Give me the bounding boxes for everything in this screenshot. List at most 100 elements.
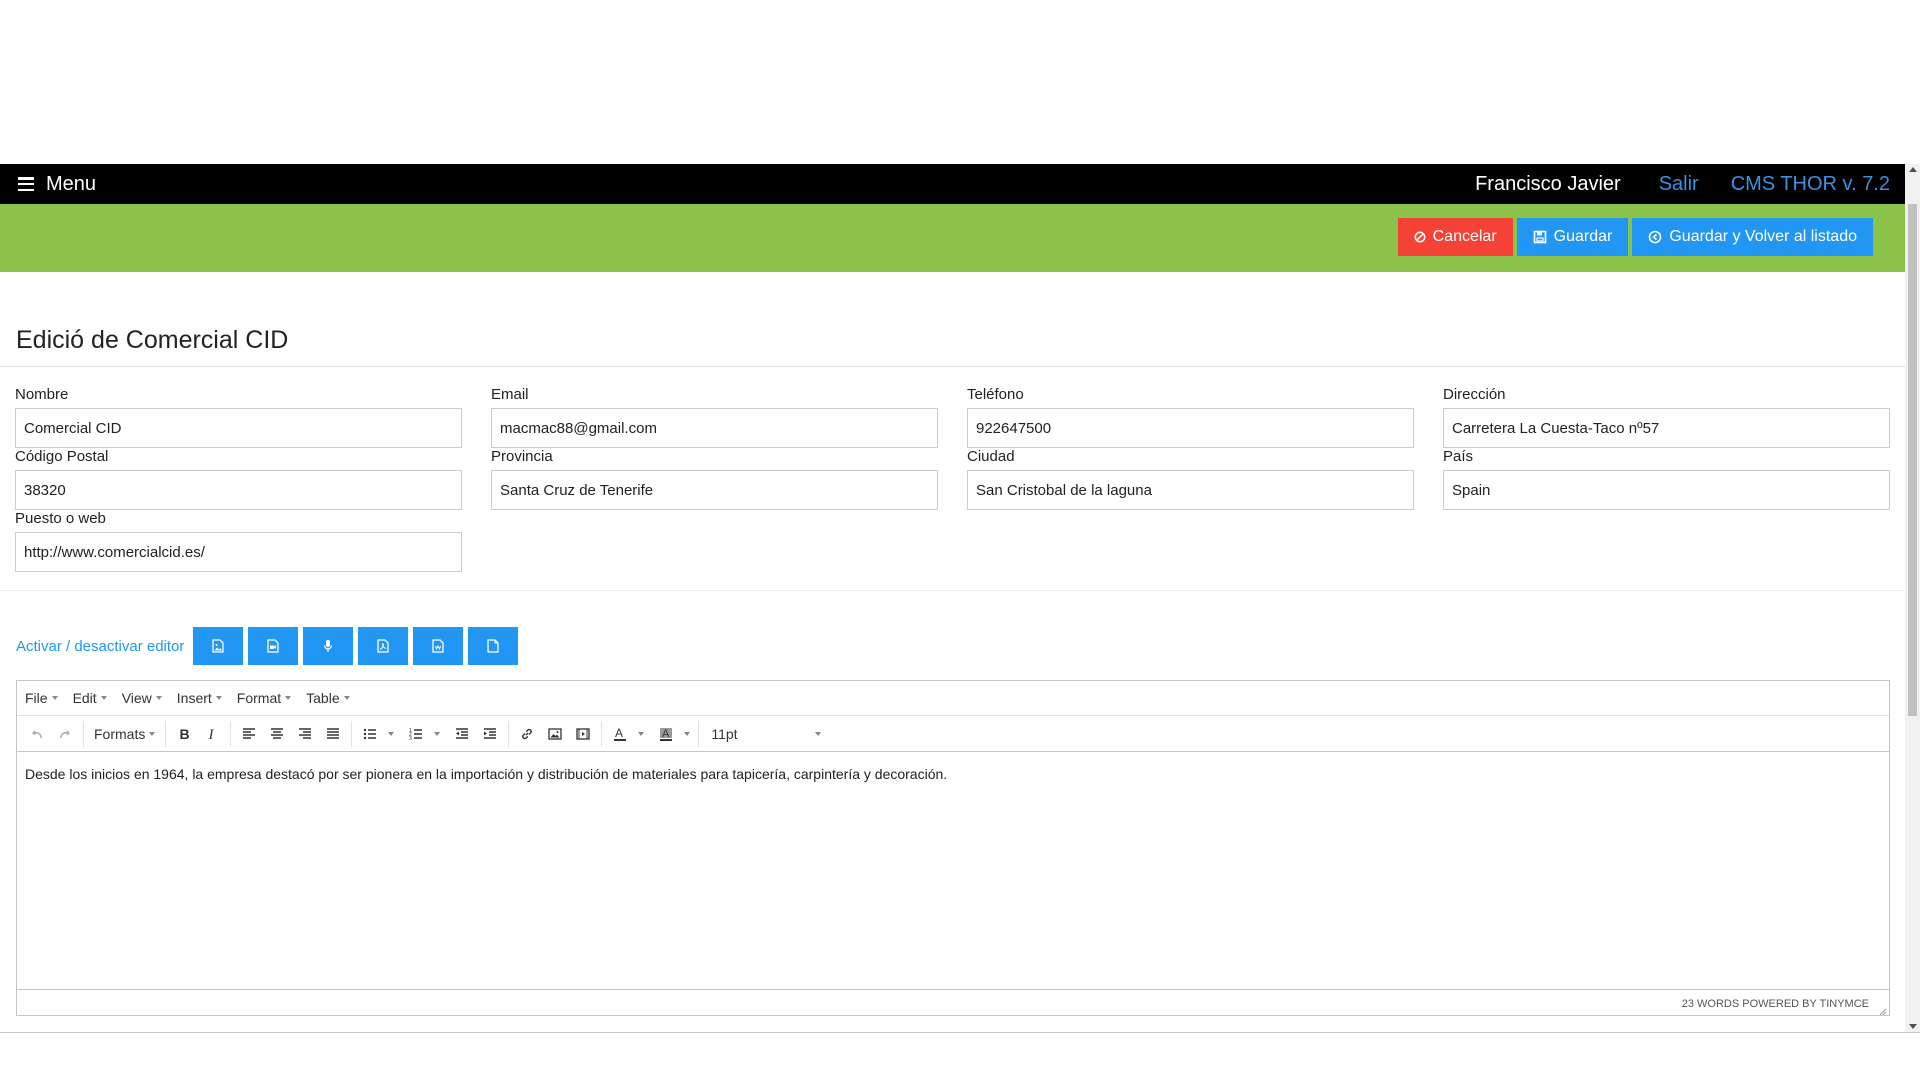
chevron-down-icon[interactable]: [684, 731, 691, 736]
menu-insert[interactable]: Insert: [177, 690, 222, 706]
text-color-icon: A: [614, 727, 627, 741]
insert-link-button[interactable]: [513, 720, 541, 748]
save-label: Guardar: [1553, 228, 1613, 245]
chevron-down-icon[interactable]: [434, 731, 441, 736]
nombre-input[interactable]: [15, 408, 462, 448]
insert-video-button[interactable]: [248, 627, 299, 665]
font-size-select[interactable]: 11pt: [703, 726, 829, 742]
pais-input[interactable]: [1443, 470, 1890, 510]
nombre-label: Nombre: [15, 386, 69, 403]
vertical-scrollbar[interactable]: [1905, 164, 1920, 1032]
align-center-button[interactable]: [263, 720, 291, 748]
divider: [0, 590, 1905, 591]
menu-edit[interactable]: Edit: [73, 690, 107, 706]
user-name: Francisco Javier: [1475, 172, 1621, 195]
ciudad-input[interactable]: [967, 470, 1414, 510]
telefono-label: Teléfono: [967, 386, 1024, 403]
menu-view[interactable]: View: [122, 690, 162, 706]
direccion-field-group: Dirección: [1443, 386, 1890, 448]
save-and-return-button[interactable]: Guardar y Volver al listado: [1632, 218, 1873, 256]
menu-format[interactable]: Format: [236, 690, 292, 706]
bullet-list-icon: [364, 728, 377, 739]
menu-file-label: File: [25, 690, 48, 706]
redo-icon: [60, 729, 70, 738]
scroll-up-icon[interactable]: [1909, 167, 1917, 172]
ban-icon: [1414, 231, 1426, 243]
document-file-icon: [432, 639, 445, 653]
numbered-list-button[interactable]: 123: [402, 720, 430, 748]
toolbar-separator: [165, 720, 167, 747]
web-input[interactable]: [15, 532, 462, 572]
svg-text:A: A: [662, 728, 670, 740]
italic-button[interactable]: I: [198, 720, 226, 748]
blank-file-icon: [487, 639, 500, 653]
toolbar-separator: [601, 720, 603, 747]
menu-edit-label: Edit: [72, 690, 97, 706]
cancel-button[interactable]: Cancelar: [1397, 218, 1513, 256]
chevron-down-icon[interactable]: [388, 731, 395, 736]
media-icon: [576, 727, 590, 740]
version-link[interactable]: CMS THOR v. 7.2: [1731, 173, 1890, 196]
codigo-postal-field-group: Código Postal: [15, 448, 462, 510]
menu-insert-label: Insert: [176, 690, 212, 706]
menu-format-label: Format: [236, 690, 282, 706]
direccion-input[interactable]: [1443, 408, 1890, 448]
menu-file[interactable]: File: [25, 690, 58, 706]
ciudad-field-group: Ciudad: [967, 448, 1414, 510]
text-color-button[interactable]: A: [606, 720, 634, 748]
align-right-icon: [299, 727, 312, 739]
insert-image-tool-button[interactable]: [541, 720, 569, 748]
bold-button[interactable]: B: [170, 720, 198, 748]
svg-text:I: I: [208, 727, 215, 741]
action-bar: Cancelar Guardar Guardar y Volver al lis…: [0, 204, 1905, 272]
align-justify-icon: [327, 727, 340, 739]
insert-image-button[interactable]: [193, 627, 244, 665]
align-left-button[interactable]: [235, 720, 263, 748]
menu-button[interactable]: Menu: [18, 173, 96, 196]
divider: [0, 366, 1905, 367]
resize-handle-icon[interactable]: [1879, 1008, 1887, 1016]
toolbar-separator: [508, 720, 510, 747]
insert-video-icon: [267, 639, 280, 653]
insert-pdf-button[interactable]: [358, 627, 409, 665]
redo-button[interactable]: [51, 720, 79, 748]
formats-dropdown[interactable]: Formats: [88, 726, 161, 742]
align-center-icon: [271, 727, 284, 739]
hamburger-icon: [18, 177, 34, 191]
direccion-label: Dirección: [1443, 386, 1506, 403]
menu-table[interactable]: Table: [306, 690, 350, 706]
align-right-button[interactable]: [291, 720, 319, 748]
logout-link[interactable]: Salir: [1659, 173, 1699, 196]
bullet-list-button[interactable]: [356, 720, 384, 748]
codigo-postal-input[interactable]: [15, 470, 462, 510]
scroll-down-icon[interactable]: [1909, 1024, 1917, 1029]
image-icon: [548, 727, 562, 740]
pais-label: País: [1443, 448, 1474, 465]
editor-content-area[interactable]: Desde los inicios en 1964, la empresa de…: [17, 752, 1889, 989]
telefono-input[interactable]: [967, 408, 1414, 448]
chevron-down-icon[interactable]: [638, 731, 645, 736]
insert-media-tool-button[interactable]: [569, 720, 597, 748]
save-button[interactable]: Guardar: [1516, 218, 1629, 256]
insert-audio-button[interactable]: [303, 627, 354, 665]
menu-label: Menu: [46, 172, 97, 195]
provincia-input[interactable]: [491, 470, 938, 510]
undo-button[interactable]: [23, 720, 51, 748]
scrollbar-thumb[interactable]: [1908, 204, 1917, 716]
editor-statusbar: 23 WORDS POWERED BY TINYMCE: [17, 989, 1889, 1018]
background-color-button[interactable]: A: [652, 720, 680, 748]
menu-view-label: View: [121, 690, 152, 706]
outdent-button[interactable]: [448, 720, 476, 748]
menu-table-label: Table: [306, 690, 340, 706]
chevron-down-icon: [149, 731, 156, 736]
insert-document-button[interactable]: [413, 627, 464, 665]
editor-paragraph: Desde los inicios en 1964, la empresa de…: [25, 766, 948, 782]
insert-file-button[interactable]: [468, 627, 519, 665]
toggle-editor-link[interactable]: Activar / desactivar editor: [16, 638, 184, 655]
email-input[interactable]: [491, 408, 938, 448]
toolbar-separator: [351, 720, 353, 747]
rich-text-editor: File Edit View Insert Format Table Forma…: [16, 680, 1890, 1016]
align-justify-button[interactable]: [319, 720, 347, 748]
indent-button[interactable]: [476, 720, 504, 748]
editor-toolbar: Formats B I 123 A A 11pt: [17, 716, 1889, 752]
